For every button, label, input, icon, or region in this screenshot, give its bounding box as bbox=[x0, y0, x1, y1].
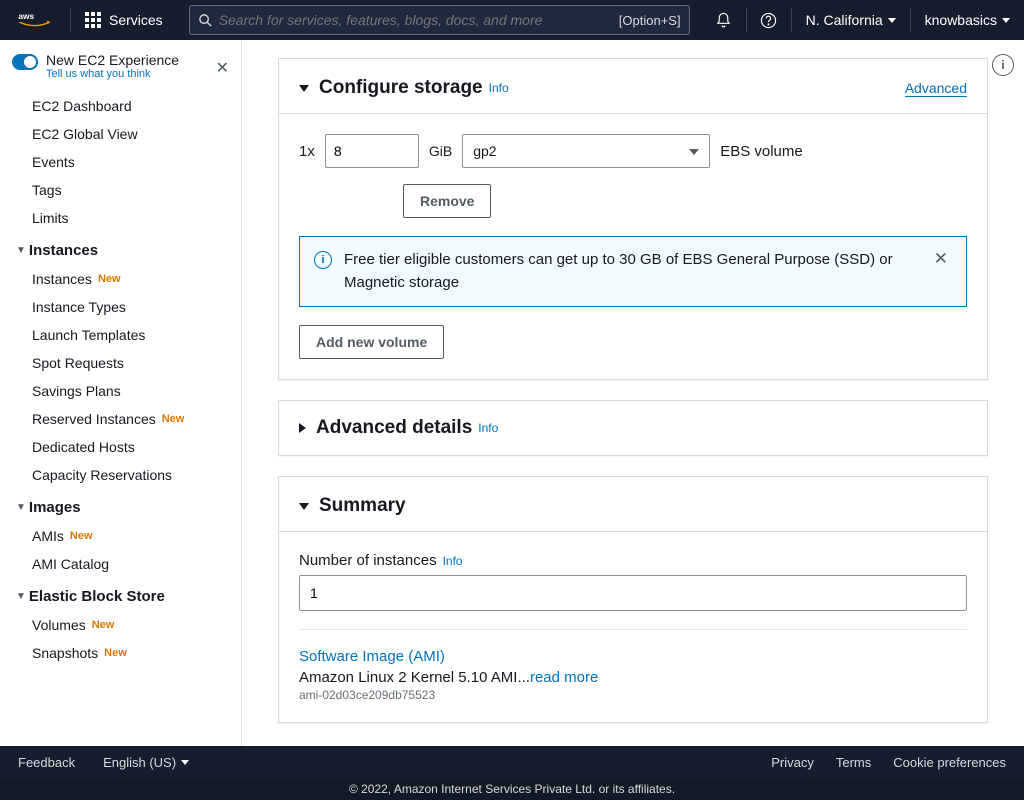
terms-link[interactable]: Terms bbox=[836, 755, 871, 770]
advanced-details-panel: Advanced details Info bbox=[278, 400, 988, 456]
services-grid-icon bbox=[85, 12, 101, 28]
panel-title: Configure storage bbox=[319, 77, 483, 99]
sidebar-item-instances[interactable]: InstancesNew bbox=[0, 265, 241, 293]
search-box[interactable]: [Option+S] bbox=[189, 5, 690, 35]
read-more-link[interactable]: read more bbox=[530, 669, 598, 686]
sidebar-section-ebs[interactable]: ▼Elastic Block Store bbox=[0, 578, 241, 611]
new-experience-feedback-link[interactable]: Tell us what you think bbox=[46, 68, 179, 80]
notifications-button[interactable] bbox=[702, 0, 746, 40]
search-icon bbox=[198, 13, 213, 28]
footer-bar: Feedback English (US) Privacy Terms Cook… bbox=[0, 746, 1024, 778]
cookie-preferences-link[interactable]: Cookie preferences bbox=[893, 755, 1006, 770]
info-panel-toggle[interactable]: i bbox=[992, 54, 1014, 76]
sidebar-item-snapshots[interactable]: SnapshotsNew bbox=[0, 639, 241, 667]
info-link[interactable]: Info bbox=[478, 421, 498, 435]
sidebar-item-tags[interactable]: Tags bbox=[0, 176, 241, 204]
ami-id: ami-02d03ce209db75523 bbox=[299, 688, 967, 702]
advanced-link[interactable]: Advanced bbox=[905, 80, 967, 97]
svg-text:aws: aws bbox=[18, 11, 34, 21]
new-experience-close[interactable]: ✕ bbox=[216, 58, 229, 78]
copyright-bar: © 2022, Amazon Internet Services Private… bbox=[0, 778, 1024, 800]
instances-count-input[interactable] bbox=[299, 575, 967, 611]
sidebar-item-ec2-dashboard[interactable]: EC2 Dashboard bbox=[0, 92, 241, 120]
sidebar-item-ami-catalog[interactable]: AMI Catalog bbox=[0, 550, 241, 578]
username-label: knowbasics bbox=[925, 12, 997, 28]
sidebar-item-savings-plans[interactable]: Savings Plans bbox=[0, 377, 241, 405]
chevron-down-icon bbox=[181, 760, 189, 765]
sidebar-item-amis[interactable]: AMIsNew bbox=[0, 522, 241, 550]
new-experience-toggle[interactable] bbox=[12, 54, 38, 70]
info-icon: i bbox=[314, 251, 332, 269]
alert-close-button[interactable]: ✕ bbox=[930, 249, 952, 269]
alert-text: Free tier eligible customers can get up … bbox=[344, 249, 918, 294]
info-link[interactable]: Info bbox=[443, 554, 463, 568]
new-experience-title: New EC2 Experience bbox=[46, 52, 179, 68]
add-volume-button[interactable]: Add new volume bbox=[299, 325, 444, 359]
ami-description: Amazon Linux 2 Kernel 5.10 AMI...read mo… bbox=[299, 669, 967, 686]
volume-size-unit: GiB bbox=[429, 143, 452, 159]
sidebar-item-reserved-instances[interactable]: Reserved InstancesNew bbox=[0, 405, 241, 433]
info-link[interactable]: Info bbox=[489, 81, 509, 95]
collapse-toggle-icon[interactable] bbox=[299, 503, 309, 510]
chevron-down-icon bbox=[1002, 18, 1010, 23]
volume-qty-label: 1x bbox=[299, 143, 315, 160]
sidebar-item-events[interactable]: Events bbox=[0, 148, 241, 176]
software-image-heading[interactable]: Software Image (AMI) bbox=[299, 648, 967, 665]
sidebar-item-ec2-global-view[interactable]: EC2 Global View bbox=[0, 120, 241, 148]
chevron-down-icon bbox=[888, 18, 896, 23]
volume-type-select[interactable]: gp2 bbox=[462, 134, 710, 168]
main-content: i Configure storage Info Advanced 1x GiB… bbox=[242, 40, 1024, 746]
new-experience-banner: New EC2 Experience Tell us what you thin… bbox=[0, 40, 241, 92]
sidebar: New EC2 Experience Tell us what you thin… bbox=[0, 40, 242, 746]
copyright-text: © 2022, Amazon Internet Services Private… bbox=[349, 782, 675, 796]
region-label: N. California bbox=[806, 12, 883, 28]
sidebar-item-instance-types[interactable]: Instance Types bbox=[0, 293, 241, 321]
expand-toggle-icon[interactable] bbox=[299, 423, 306, 433]
search-shortcut: [Option+S] bbox=[619, 13, 681, 28]
region-selector[interactable]: N. California bbox=[792, 12, 910, 28]
sidebar-item-capacity-reservations[interactable]: Capacity Reservations bbox=[0, 461, 241, 489]
privacy-link[interactable]: Privacy bbox=[771, 755, 814, 770]
bell-icon bbox=[715, 12, 732, 29]
feedback-link[interactable]: Feedback bbox=[18, 755, 75, 770]
sidebar-item-limits[interactable]: Limits bbox=[0, 204, 241, 232]
services-menu[interactable]: Services bbox=[71, 12, 177, 28]
collapse-toggle-icon[interactable] bbox=[299, 85, 309, 92]
instances-count-label: Number of instances bbox=[299, 552, 437, 569]
help-icon bbox=[760, 12, 777, 29]
aws-logo[interactable]: aws bbox=[0, 10, 70, 30]
header-right: N. California knowbasics bbox=[702, 0, 1024, 40]
summary-panel: Summary Number of instances Info Softwar… bbox=[278, 476, 988, 723]
sidebar-section-instances[interactable]: ▼Instances bbox=[0, 232, 241, 265]
help-button[interactable] bbox=[747, 0, 791, 40]
panel-title: Advanced details bbox=[316, 417, 472, 439]
volume-suffix-label: EBS volume bbox=[720, 143, 803, 160]
free-tier-alert: i Free tier eligible customers can get u… bbox=[299, 236, 967, 307]
top-header: aws Services [Option+S] N. California kn… bbox=[0, 0, 1024, 40]
language-selector[interactable]: English (US) bbox=[103, 755, 189, 770]
sidebar-item-spot-requests[interactable]: Spot Requests bbox=[0, 349, 241, 377]
divider bbox=[299, 629, 967, 630]
panel-title: Summary bbox=[319, 495, 406, 517]
sidebar-item-launch-templates[interactable]: Launch Templates bbox=[0, 321, 241, 349]
search-input[interactable] bbox=[219, 12, 619, 28]
configure-storage-panel: Configure storage Info Advanced 1x GiB g… bbox=[278, 58, 988, 380]
search-container: [Option+S] bbox=[177, 5, 702, 35]
account-menu[interactable]: knowbasics bbox=[911, 12, 1024, 28]
sidebar-section-images[interactable]: ▼Images bbox=[0, 489, 241, 522]
sidebar-item-dedicated-hosts[interactable]: Dedicated Hosts bbox=[0, 433, 241, 461]
volume-size-input[interactable] bbox=[325, 134, 419, 168]
services-label: Services bbox=[109, 12, 163, 28]
remove-volume-button[interactable]: Remove bbox=[403, 184, 491, 218]
sidebar-item-volumes[interactable]: VolumesNew bbox=[0, 611, 241, 639]
